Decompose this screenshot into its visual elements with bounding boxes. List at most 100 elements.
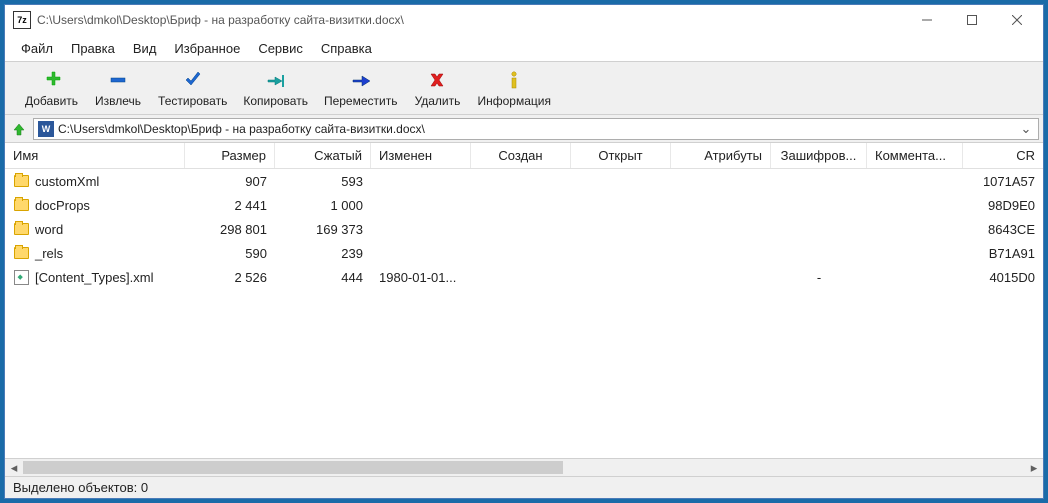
close-button[interactable]: [994, 6, 1039, 34]
move-icon: [350, 68, 372, 92]
scroll-right-arrow[interactable]: ▸: [1025, 459, 1043, 476]
cell: [571, 217, 671, 241]
cell: [371, 241, 471, 265]
cell: [571, 265, 671, 289]
menu-вид[interactable]: Вид: [125, 37, 165, 60]
file-name: docProps: [35, 198, 90, 213]
menu-правка[interactable]: Правка: [63, 37, 123, 60]
cell: [371, 217, 471, 241]
scroll-left-arrow[interactable]: ◂: [5, 459, 23, 476]
cell-name: customXml: [5, 169, 185, 193]
menubar: ФайлПравкаВидИзбранноеСервисСправка: [5, 35, 1043, 61]
cell-name: docProps: [5, 193, 185, 217]
info-icon: [503, 68, 525, 92]
path-dropdown[interactable]: ⌄: [1018, 121, 1034, 137]
minimize-button[interactable]: [904, 6, 949, 34]
maximize-button[interactable]: [949, 6, 994, 34]
cell: B71A91: [963, 241, 1043, 265]
tool-label: Информация: [477, 94, 550, 108]
cell: [771, 241, 867, 265]
cell: [571, 241, 671, 265]
table-row[interactable]: [Content_Types].xml2 5264441980-01-01...…: [5, 265, 1043, 289]
cell: [371, 169, 471, 193]
table-row[interactable]: customXml9075931071A57: [5, 169, 1043, 193]
cell: [867, 217, 963, 241]
delete-icon: [426, 68, 448, 92]
file-icon: [13, 269, 29, 285]
plus-icon: [41, 68, 63, 92]
up-button[interactable]: [9, 119, 29, 139]
cell: 8643CE: [963, 217, 1043, 241]
cell: [671, 265, 771, 289]
header-encrypted[interactable]: Зашифров...: [771, 143, 867, 168]
folder-icon: [13, 197, 29, 213]
tool-label: Удалить: [415, 94, 461, 108]
cell: 1980-01-01...: [371, 265, 471, 289]
header-name[interactable]: Имя: [5, 143, 185, 168]
header-access[interactable]: Открыт: [571, 143, 671, 168]
cell: [771, 193, 867, 217]
column-headers: Имя Размер Сжатый Изменен Создан Открыт …: [5, 143, 1043, 169]
cell: [671, 241, 771, 265]
cell-name: _rels: [5, 241, 185, 265]
tool-plus[interactable]: Добавить: [17, 66, 86, 110]
window-title: C:\Users\dmkol\Desktop\Бриф - на разрабо…: [37, 13, 904, 27]
menu-файл[interactable]: Файл: [13, 37, 61, 60]
tool-label: Копировать: [243, 94, 308, 108]
path-input[interactable]: W C:\Users\dmkol\Desktop\Бриф - на разра…: [33, 118, 1039, 140]
table-row[interactable]: _rels590239B71A91: [5, 241, 1043, 265]
cell: [571, 169, 671, 193]
tool-copy[interactable]: Копировать: [235, 66, 316, 110]
tool-move[interactable]: Переместить: [316, 66, 406, 110]
cell: [471, 193, 571, 217]
file-list: customXml9075931071A57docProps2 4411 000…: [5, 169, 1043, 458]
file-name: word: [35, 222, 63, 237]
docx-icon: W: [38, 121, 54, 137]
cell: -: [771, 265, 867, 289]
cell: 98D9E0: [963, 193, 1043, 217]
header-attr[interactable]: Атрибуты: [671, 143, 771, 168]
cell: [471, 217, 571, 241]
cell: 907: [185, 169, 275, 193]
path-text: C:\Users\dmkol\Desktop\Бриф - на разрабо…: [58, 122, 1014, 136]
header-comment[interactable]: Коммента...: [867, 143, 963, 168]
cell-name: word: [5, 217, 185, 241]
cell: [867, 265, 963, 289]
cell: 593: [275, 169, 371, 193]
menu-избранное[interactable]: Избранное: [166, 37, 248, 60]
tool-label: Добавить: [25, 94, 78, 108]
window-controls: [904, 6, 1039, 34]
horizontal-scrollbar[interactable]: ◂ ▸: [5, 458, 1043, 476]
menu-сервис[interactable]: Сервис: [250, 37, 311, 60]
cell: [867, 169, 963, 193]
header-modified[interactable]: Изменен: [371, 143, 471, 168]
cell: 2 441: [185, 193, 275, 217]
tool-label: Извлечь: [95, 94, 141, 108]
cell: 298 801: [185, 217, 275, 241]
header-size[interactable]: Размер: [185, 143, 275, 168]
file-name: customXml: [35, 174, 99, 189]
cell: [867, 241, 963, 265]
header-packed[interactable]: Сжатый: [275, 143, 371, 168]
cell: [471, 241, 571, 265]
cell: [671, 193, 771, 217]
status-text: Выделено объектов: 0: [13, 480, 148, 495]
toolbar: Добавить Извлечь Тестировать Копировать Пере…: [5, 61, 1043, 115]
app-window: 7z C:\Users\dmkol\Desktop\Бриф - на разр…: [4, 4, 1044, 499]
cell: [471, 169, 571, 193]
menu-справка[interactable]: Справка: [313, 37, 380, 60]
header-created[interactable]: Создан: [471, 143, 571, 168]
tool-info[interactable]: Информация: [469, 66, 558, 110]
check-icon: [182, 68, 204, 92]
scroll-thumb[interactable]: [23, 461, 563, 474]
tool-check[interactable]: Тестировать: [150, 66, 235, 110]
tool-delete[interactable]: Удалить: [405, 66, 469, 110]
table-row[interactable]: word298 801169 3738643CE: [5, 217, 1043, 241]
titlebar: 7z C:\Users\dmkol\Desktop\Бриф - на разр…: [5, 5, 1043, 35]
cell: 1 000: [275, 193, 371, 217]
app-icon: 7z: [13, 11, 31, 29]
folder-icon: [13, 173, 29, 189]
tool-minus[interactable]: Извлечь: [86, 66, 150, 110]
header-crc[interactable]: CR: [963, 143, 1043, 168]
table-row[interactable]: docProps 2 4411 000 98D9E0: [5, 193, 1043, 217]
